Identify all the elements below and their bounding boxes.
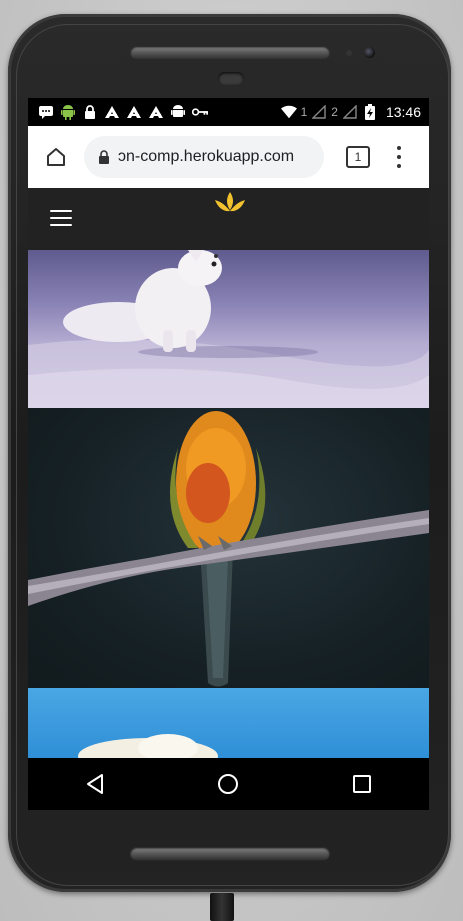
url-text: ɔn-comp.herokuapp.com [118,148,295,165]
more-vert-icon [397,164,401,168]
android-icon [170,104,186,120]
lock-icon [99,150,109,164]
back-triangle-icon [86,774,103,794]
device-frame-stage: 1 2 13:46 ɔn-comp.herokuapp.com 1 [0,0,463,921]
cell-signal-icon [342,104,358,120]
proximity-sensor [346,50,352,56]
android-navigation-bar [28,758,429,810]
earpiece [218,72,244,85]
vpn-key-icon [192,104,208,120]
front-camera [364,47,375,58]
top-speaker-grille [130,46,330,60]
browser-toolbar: ɔn-comp.herokuapp.com 1 [28,126,429,188]
home-icon [47,148,65,166]
usb-cable [210,893,234,921]
browser-menu-button[interactable] [396,146,402,168]
gallery-image-parrot[interactable] [28,408,429,688]
hamburger-menu-button[interactable] [50,210,72,226]
gallery-image-arctic-fox[interactable] [28,250,429,408]
signal-a-icon [126,104,142,120]
wifi-icon [280,104,297,120]
arctic-fox-illustration [28,250,429,408]
nav-home-button[interactable] [216,772,240,796]
message-icon [38,104,54,120]
nav-recents-button[interactable] [350,772,374,796]
home-circle-icon [218,774,239,794]
tab-switcher-button[interactable]: 1 [346,146,370,168]
url-bar[interactable]: ɔn-comp.herokuapp.com [84,136,324,178]
battery-charging-icon [362,104,378,120]
more-vert-icon [397,146,401,150]
nav-back-button[interactable] [83,772,107,796]
more-vert-icon [397,155,401,159]
signal-a-icon [148,104,164,120]
app-header [28,188,429,250]
phone-screen: 1 2 13:46 ɔn-comp.herokuapp.com 1 [28,98,429,810]
status-clock: 13:46 [385,104,421,120]
lock-status-icon [82,104,98,120]
tab-count: 1 [354,150,362,164]
sim2-label: 2 [331,105,338,119]
signal-a-icon [104,104,120,120]
recents-square-icon [353,775,372,793]
android-green-icon [60,104,76,120]
hamburger-menu-icon [50,217,72,219]
sim1-label: 1 [300,105,308,119]
browser-home-button[interactable] [44,145,68,169]
parrot-illustration [28,411,429,687]
cloud-illustration [78,734,218,758]
hamburger-menu-icon [50,210,72,212]
cell-signal-icon [311,104,327,120]
hamburger-menu-icon [50,224,72,226]
status-bar: 1 2 13:46 [28,98,429,126]
gallery-image-sky[interactable] [28,688,429,758]
system-status-icons: 1 2 13:46 [280,104,429,120]
notification-icons [28,104,208,120]
bottom-speaker-grille [130,847,330,861]
lotus-logo-icon[interactable] [214,190,246,216]
